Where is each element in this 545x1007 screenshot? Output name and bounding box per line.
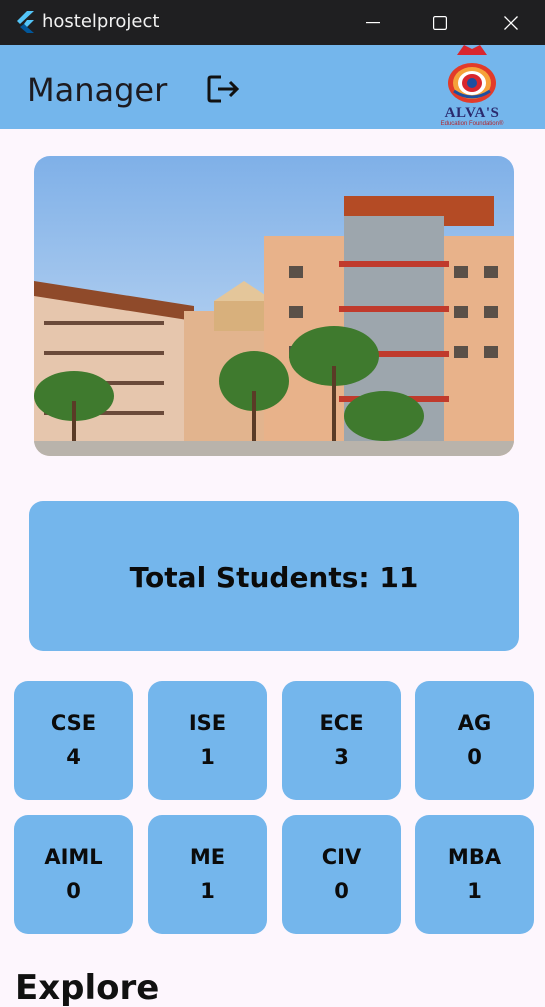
dept-card-mba[interactable]: MBA 1 — [415, 815, 534, 934]
dept-name: AIML — [44, 845, 103, 869]
dept-count: 1 — [200, 745, 215, 769]
total-students-label: Total Students: 11 — [129, 561, 419, 594]
dept-card-ece[interactable]: ECE 3 — [282, 681, 401, 800]
dept-count: 3 — [334, 745, 349, 769]
dept-name: ECE — [319, 711, 364, 735]
dept-card-ag[interactable]: AG 0 — [415, 681, 534, 800]
maximize-button[interactable] — [404, 0, 476, 45]
window-titlebar: hostelproject — [0, 0, 545, 45]
flutter-icon — [15, 11, 35, 33]
dept-name: ME — [189, 845, 226, 869]
page-title: Manager — [27, 71, 168, 109]
logo-subtext: Education Foundation® — [440, 121, 504, 127]
dept-card-cse[interactable]: CSE 4 — [14, 681, 133, 800]
app-bar: Manager ALVA'S Education Foundation® — [0, 45, 545, 129]
logo-text: ALVA'S — [444, 105, 500, 121]
total-students-card[interactable]: Total Students: 11 — [29, 501, 519, 651]
app-window: hostelproject Manager ALVA'S Education F… — [0, 0, 545, 1007]
dept-name: CSE — [50, 711, 97, 735]
minimize-button[interactable] — [337, 0, 409, 45]
dept-name: CIV — [321, 845, 362, 869]
dept-count: 1 — [467, 879, 482, 903]
maximize-icon — [433, 15, 447, 30]
dept-card-civ[interactable]: CIV 0 — [282, 815, 401, 934]
dept-count: 4 — [66, 745, 81, 769]
dept-card-me[interactable]: ME 1 — [148, 815, 267, 934]
dept-count: 0 — [66, 879, 81, 903]
dept-count: 1 — [200, 879, 215, 903]
logout-button[interactable] — [205, 72, 241, 106]
close-icon — [504, 15, 518, 30]
logout-icon — [207, 75, 240, 103]
dept-name: MBA — [447, 845, 502, 869]
dept-count: 0 — [467, 745, 482, 769]
dept-name: AG — [457, 711, 492, 735]
explore-heading: Explore — [15, 968, 160, 1007]
dept-card-aiml[interactable]: AIML 0 — [14, 815, 133, 934]
campus-image — [34, 156, 514, 456]
close-button[interactable] — [475, 0, 545, 45]
window-title: hostelproject — [42, 11, 160, 32]
alvas-logo: ALVA'S Education Foundation® — [432, 45, 512, 129]
dept-name: ISE — [188, 711, 227, 735]
dept-card-ise[interactable]: ISE 1 — [148, 681, 267, 800]
minimize-icon — [366, 21, 380, 23]
dept-count: 0 — [334, 879, 349, 903]
